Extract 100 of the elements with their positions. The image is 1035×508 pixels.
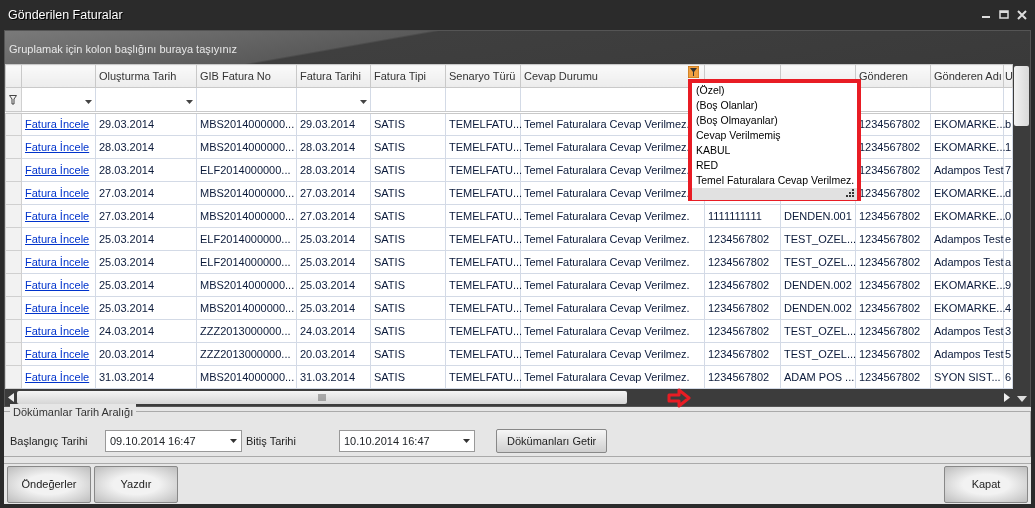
table-cell: a bbox=[1003, 250, 1013, 274]
column-header[interactable]: GIB Fatura No bbox=[196, 64, 297, 88]
table-cell: TEST_OZEL... bbox=[780, 227, 856, 251]
table-cell: 25.03.2014 bbox=[296, 250, 371, 274]
table-cell: MBS2014000000... bbox=[196, 204, 297, 228]
column-header[interactable]: Fatura Tarihi bbox=[296, 64, 371, 88]
vertical-scrollbar[interactable] bbox=[1013, 64, 1030, 406]
filter-cell[interactable] bbox=[370, 87, 446, 113]
caret-icon[interactable] bbox=[463, 439, 470, 443]
table-cell: 1234567802 bbox=[855, 227, 931, 251]
table-cell: ELF2014000000... bbox=[196, 227, 297, 251]
table-cell: TEMELFATU... bbox=[445, 273, 521, 297]
table-cell: TEMELFATU... bbox=[445, 296, 521, 320]
table-cell: SATIS bbox=[370, 204, 446, 228]
filter-option[interactable]: KABUL bbox=[692, 143, 731, 158]
table-cell: 1234567802 bbox=[855, 273, 931, 297]
table-cell: 20.03.2014 bbox=[95, 342, 197, 366]
table-cell: EKOMARKE... bbox=[930, 273, 1004, 297]
table-cell: Temel Faturalara Cevap Verilmez. bbox=[520, 319, 705, 343]
table-cell: Adampos Test bbox=[930, 319, 1004, 343]
action-button[interactable]: Yazdır bbox=[94, 465, 178, 503]
table-cell: ELF2014000000... bbox=[196, 250, 297, 274]
filter-option[interactable]: (Boş Olanlar) bbox=[692, 98, 758, 113]
table-cell: Temel Faturalara Cevap Verilmez. bbox=[520, 296, 705, 320]
filter-icon[interactable] bbox=[688, 66, 699, 78]
table-cell: TEMELFATU... bbox=[445, 158, 521, 182]
table-cell: MBS2014000000... bbox=[196, 365, 297, 389]
filter-cell[interactable] bbox=[21, 87, 96, 113]
scroll-left-icon[interactable] bbox=[8, 393, 14, 402]
table-cell: ELF2014000000... bbox=[196, 158, 297, 182]
table-cell: 31.03.2014 bbox=[95, 365, 197, 389]
table-cell: Temel Faturalara Cevap Verilmez. bbox=[520, 250, 705, 274]
scroll-thumb[interactable] bbox=[1014, 66, 1029, 126]
table-cell: 28.03.2014 bbox=[95, 158, 197, 182]
filter-option[interactable]: Cevap Verilmemiş bbox=[692, 128, 781, 143]
table-cell: 28.03.2014 bbox=[296, 158, 371, 182]
table-cell: 25.03.2014 bbox=[296, 273, 371, 297]
filter-option[interactable]: RED bbox=[692, 158, 719, 173]
resize-grip-icon[interactable] bbox=[845, 188, 854, 197]
filter-cell[interactable] bbox=[930, 87, 1004, 113]
table-cell: SATIS bbox=[370, 227, 446, 251]
column-header[interactable]: U bbox=[1003, 64, 1013, 88]
field-label: Başlangıç Tarihi bbox=[10, 433, 89, 449]
action-button[interactable]: Kapat bbox=[944, 465, 1028, 503]
table-cell: SATIS bbox=[370, 365, 446, 389]
table-cell: SATIS bbox=[370, 112, 446, 136]
filter-cell[interactable] bbox=[445, 87, 521, 113]
arrow-icon bbox=[667, 388, 691, 408]
column-header[interactable]: Oluşturma Tarih bbox=[95, 64, 197, 88]
table-cell: 1234567802 bbox=[704, 365, 781, 389]
table-cell: MBS2014000000... bbox=[196, 296, 297, 320]
table-cell: 29.03.2014 bbox=[296, 112, 371, 136]
table-cell: SATIS bbox=[370, 250, 446, 274]
table-cell: 20.03.2014 bbox=[296, 342, 371, 366]
column-header[interactable]: Gönderen bbox=[855, 64, 931, 88]
caret-icon[interactable] bbox=[85, 99, 92, 104]
fetch-documents-button[interactable]: Dökümanları Getir bbox=[496, 429, 608, 453]
table-cell: MBS2014000000... bbox=[196, 112, 297, 136]
caret-icon[interactable] bbox=[230, 439, 237, 443]
column-header[interactable]: Senaryo Türü bbox=[445, 64, 521, 88]
table-cell: 24.03.2014 bbox=[95, 319, 197, 343]
table-cell: 25.03.2014 bbox=[95, 296, 197, 320]
table-cell: TEMELFATU... bbox=[445, 135, 521, 159]
scroll-right-icon[interactable] bbox=[1004, 393, 1010, 402]
table-cell: 27.03.2014 bbox=[296, 181, 371, 205]
table-cell: DENDEN.002 bbox=[780, 273, 856, 297]
scroll-down-icon[interactable] bbox=[1016, 396, 1027, 402]
table-cell: TEST_OZEL... bbox=[780, 250, 856, 274]
table-cell: Adampos Test bbox=[930, 158, 1004, 182]
table-cell: ADAM POS ... bbox=[780, 365, 856, 389]
table-cell: 25.03.2014 bbox=[95, 227, 197, 251]
column-header[interactable]: Fatura Tipi bbox=[370, 64, 446, 88]
table-cell: 25.03.2014 bbox=[95, 273, 197, 297]
action-button[interactable]: Öndeğerler bbox=[7, 465, 91, 503]
filter-option[interactable]: (Boş Olmayanlar) bbox=[692, 113, 778, 128]
table-cell: MBS2014000000... bbox=[196, 135, 297, 159]
horizontal-scrollbar[interactable] bbox=[5, 389, 1013, 406]
caret-icon[interactable] bbox=[360, 99, 367, 104]
table-cell: 1234567802 bbox=[704, 319, 781, 343]
table-cell: SATIS bbox=[370, 319, 446, 343]
filter-cell[interactable] bbox=[196, 87, 297, 113]
table-cell: ZZZ2013000000... bbox=[196, 319, 297, 343]
table-cell: 1234567802 bbox=[704, 250, 781, 274]
table-cell: 1234567802 bbox=[704, 227, 781, 251]
table-cell: SATIS bbox=[370, 273, 446, 297]
caret-icon[interactable] bbox=[186, 99, 193, 104]
table-cell: DENDEN.002 bbox=[780, 296, 856, 320]
table-cell: 27.03.2014 bbox=[296, 204, 371, 228]
scroll-thumb[interactable] bbox=[17, 391, 627, 404]
table-cell: 28.03.2014 bbox=[296, 135, 371, 159]
date-field[interactable]: 10.10.2014 16:47 bbox=[339, 430, 475, 452]
filter-cell[interactable] bbox=[95, 87, 197, 113]
filter-cell[interactable] bbox=[296, 87, 371, 113]
table-cell: Temel Faturalara Cevap Verilmez. bbox=[520, 342, 705, 366]
date-field[interactable]: 09.10.2014 16:47 bbox=[105, 430, 242, 452]
table-cell: 0 bbox=[1003, 204, 1013, 228]
filter-icon bbox=[9, 95, 17, 106]
column-header[interactable]: Gönderen Adı bbox=[930, 64, 1004, 88]
table-cell: 5 bbox=[1003, 342, 1013, 366]
table-cell: Adampos Test bbox=[930, 250, 1004, 274]
